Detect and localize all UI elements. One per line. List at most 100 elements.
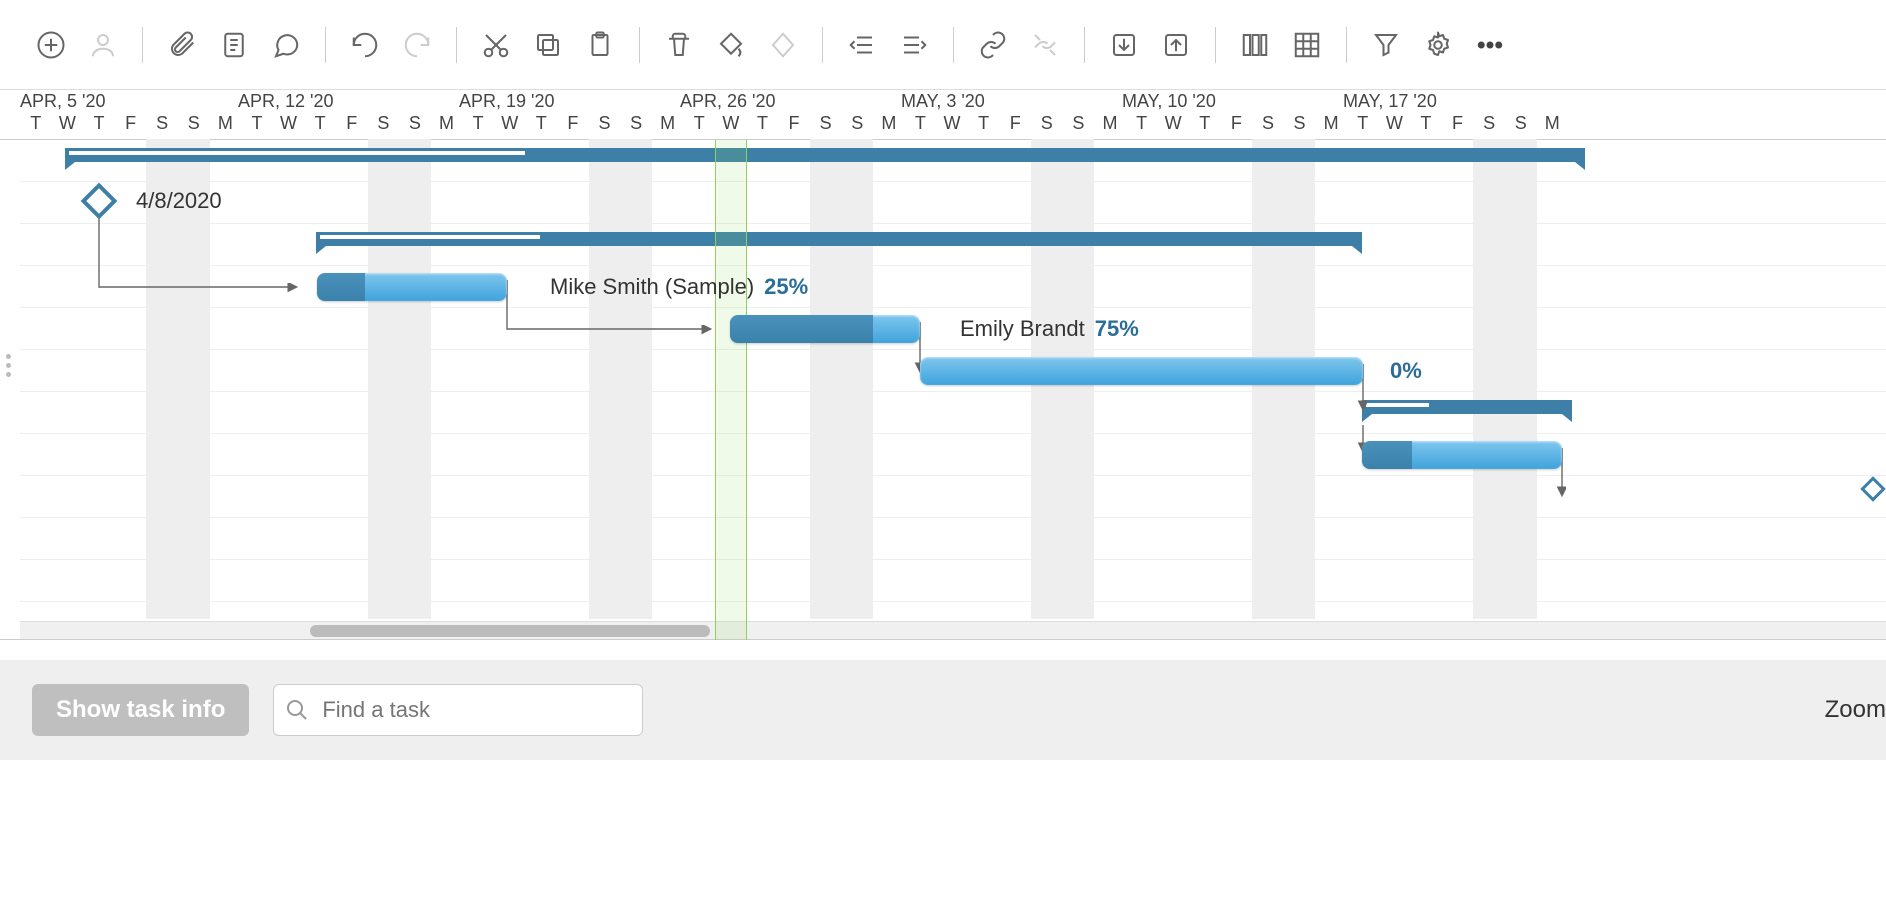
- day-header: S: [1505, 113, 1537, 139]
- day-header: S: [841, 113, 873, 139]
- day-header: S: [810, 113, 842, 139]
- task-label: Emily Brandt 75%: [960, 316, 1139, 342]
- cut-icon[interactable]: [475, 24, 517, 66]
- export-icon[interactable]: [1155, 24, 1197, 66]
- day-header: F: [1221, 113, 1253, 139]
- week-header: MAY, 3 '20: [901, 91, 985, 112]
- day-header: T: [20, 113, 52, 139]
- attachment-icon[interactable]: [161, 24, 203, 66]
- paste-icon[interactable]: [579, 24, 621, 66]
- toolbar: [0, 0, 1886, 90]
- horizontal-scrollbar[interactable]: [20, 621, 1886, 639]
- day-header: S: [399, 113, 431, 139]
- task-bar[interactable]: [317, 273, 507, 301]
- diamond-icon[interactable]: [762, 24, 804, 66]
- day-header: W: [936, 113, 968, 139]
- task-percent: 75%: [1095, 316, 1139, 341]
- week-header: MAY, 10 '20: [1122, 91, 1216, 112]
- unlink-icon[interactable]: [1024, 24, 1066, 66]
- day-header: F: [778, 113, 810, 139]
- day-header: F: [336, 113, 368, 139]
- week-header: APR, 5 '20: [20, 91, 105, 112]
- day-header: F: [115, 113, 147, 139]
- task-percent: 25%: [764, 274, 808, 299]
- import-icon[interactable]: [1103, 24, 1145, 66]
- task-label: Mike Smith (Sample) 25%: [550, 274, 808, 300]
- gantt-row: [20, 560, 1886, 602]
- group-bar[interactable]: [1362, 400, 1572, 414]
- day-header: M: [652, 113, 684, 139]
- outdent-icon[interactable]: [841, 24, 883, 66]
- day-header: S: [1063, 113, 1095, 139]
- day-header: T: [83, 113, 115, 139]
- footer-bar: Show task info Zoom: [0, 660, 1886, 760]
- group-bar[interactable]: [65, 148, 1585, 162]
- day-header: M: [873, 113, 905, 139]
- gantt-row: [20, 266, 1886, 308]
- gantt-body: 4/8/2020 Mike Smith (Sample) 25% Emily Bran…: [0, 140, 1886, 640]
- show-task-info-button[interactable]: Show task info: [32, 684, 249, 736]
- settings-icon[interactable]: [1417, 24, 1459, 66]
- day-header: T: [905, 113, 937, 139]
- comment-icon[interactable]: [265, 24, 307, 66]
- day-header: W: [52, 113, 84, 139]
- day-header: S: [1284, 113, 1316, 139]
- panel-resize-handle[interactable]: [6, 350, 11, 381]
- gantt-row: [20, 308, 1886, 350]
- day-header: W: [1379, 113, 1411, 139]
- search-icon: [285, 698, 309, 722]
- scrollbar-thumb[interactable]: [310, 625, 710, 637]
- day-header: F: [1442, 113, 1474, 139]
- notes-icon[interactable]: [213, 24, 255, 66]
- day-header: M: [1537, 113, 1569, 139]
- day-header: W: [494, 113, 526, 139]
- gantt-row: [20, 476, 1886, 518]
- link-icon[interactable]: [972, 24, 1014, 66]
- day-header: T: [1126, 113, 1158, 139]
- task-percent: 0%: [1390, 358, 1422, 383]
- week-header: MAY, 17 '20: [1343, 91, 1437, 112]
- week-header: APR, 26 '20: [680, 91, 776, 112]
- person-icon[interactable]: [82, 24, 124, 66]
- day-header: S: [178, 113, 210, 139]
- day-header: W: [273, 113, 305, 139]
- filter-icon[interactable]: [1365, 24, 1407, 66]
- task-label: 0%: [1380, 358, 1422, 384]
- day-header: S: [1473, 113, 1505, 139]
- day-header: M: [1315, 113, 1347, 139]
- task-bar[interactable]: [1362, 441, 1562, 469]
- milestone-label: 4/8/2020: [136, 188, 222, 214]
- undo-icon[interactable]: [344, 24, 386, 66]
- day-header: M: [1094, 113, 1126, 139]
- day-header: W: [1157, 113, 1189, 139]
- day-header: T: [747, 113, 779, 139]
- task-assignee: Emily Brandt: [960, 316, 1085, 341]
- day-header: T: [1189, 113, 1221, 139]
- day-header: T: [1410, 113, 1442, 139]
- day-header: T: [304, 113, 336, 139]
- find-task-input[interactable]: [273, 684, 643, 736]
- day-header: S: [1252, 113, 1284, 139]
- paint-icon[interactable]: [710, 24, 752, 66]
- task-assignee: Mike Smith (Sample): [550, 274, 754, 299]
- zoom-label: Zoom: [1825, 696, 1886, 724]
- grid-icon[interactable]: [1286, 24, 1328, 66]
- task-bar[interactable]: [920, 357, 1363, 385]
- search-wrap: [273, 684, 643, 736]
- indent-icon[interactable]: [893, 24, 935, 66]
- redo-icon[interactable]: [396, 24, 438, 66]
- day-header: F: [557, 113, 589, 139]
- day-header: S: [368, 113, 400, 139]
- day-header: S: [620, 113, 652, 139]
- day-header: M: [431, 113, 463, 139]
- copy-icon[interactable]: [527, 24, 569, 66]
- add-icon[interactable]: [30, 24, 72, 66]
- delete-icon[interactable]: [658, 24, 700, 66]
- day-header: F: [999, 113, 1031, 139]
- group-bar[interactable]: [316, 232, 1362, 246]
- more-icon[interactable]: [1469, 24, 1511, 66]
- gantt-row: [20, 392, 1886, 434]
- columns-icon[interactable]: [1234, 24, 1276, 66]
- task-bar[interactable]: [730, 315, 920, 343]
- day-header: W: [715, 113, 747, 139]
